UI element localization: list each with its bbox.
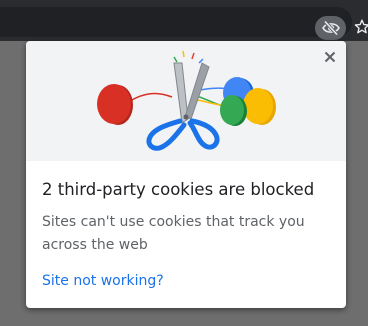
eye-crossed-icon [321,21,340,35]
scissors-cutting-cookies-illustration [97,50,276,151]
close-button[interactable] [321,48,339,66]
third-party-cookies-blocked-button[interactable] [315,16,346,40]
illustration [26,41,346,161]
address-bar[interactable] [0,7,352,37]
close-icon [324,51,336,63]
bubble-description: Sites can't use cookies that track you a… [42,214,305,253]
star-outline-icon[interactable] [354,19,368,35]
site-not-working-link[interactable]: Site not working? [42,271,164,291]
cookie-controls-bubble: 2 third-party cookies are blocked Sites … [26,41,346,308]
bubble-title: 2 third-party cookies are blocked [42,180,315,199]
browser-toolbar [0,0,368,41]
